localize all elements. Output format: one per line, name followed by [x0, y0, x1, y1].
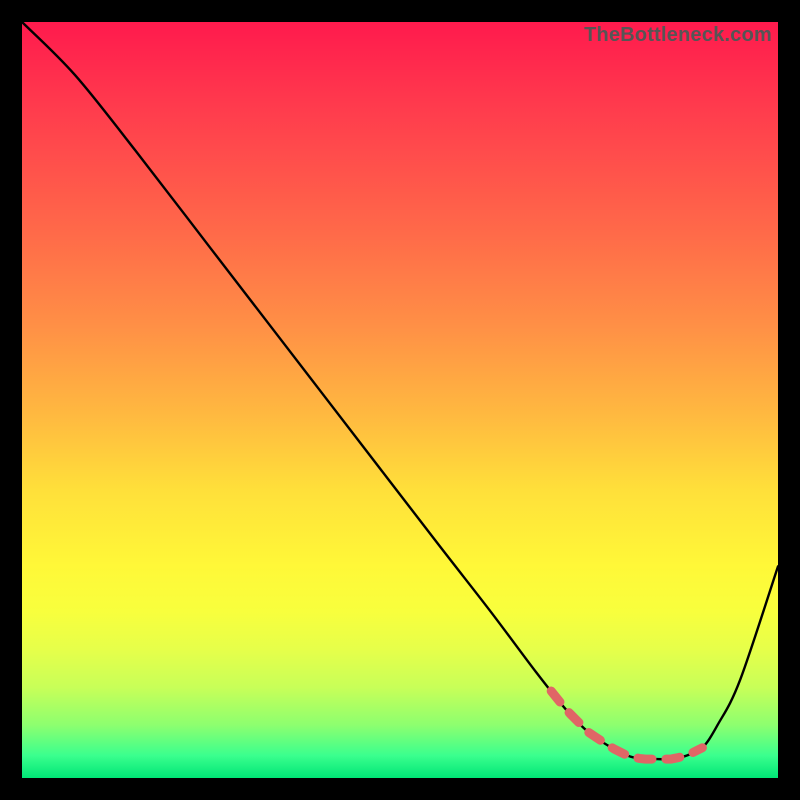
curve-layer: [22, 22, 778, 778]
chart-frame: TheBottleneck.com: [0, 0, 800, 800]
valley-dash-path: [551, 691, 702, 759]
plot-area: TheBottleneck.com: [22, 22, 778, 778]
bottleneck-curve-path: [22, 22, 778, 759]
